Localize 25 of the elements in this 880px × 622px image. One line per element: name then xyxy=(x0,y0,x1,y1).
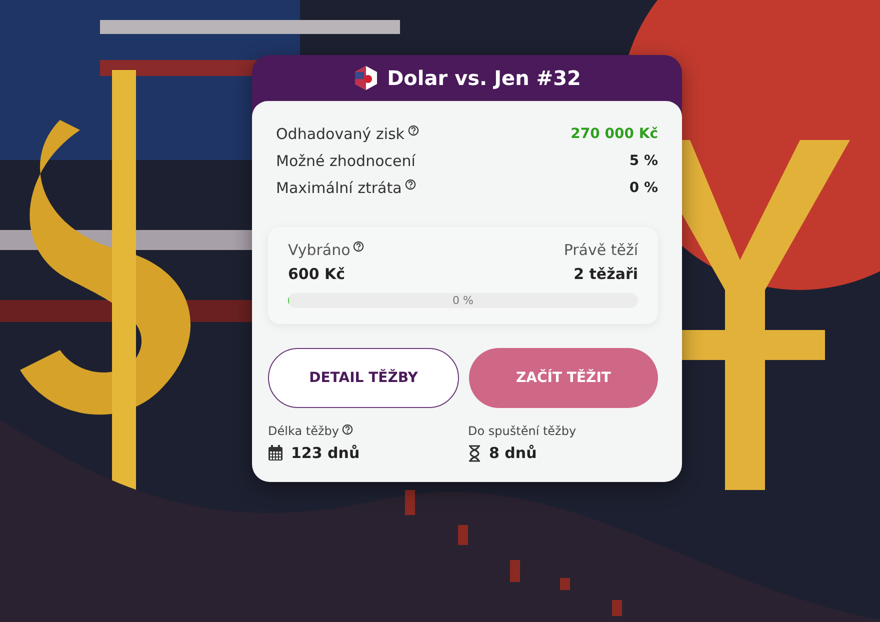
help-icon[interactable] xyxy=(342,424,353,435)
progress-text: 0 % xyxy=(452,294,474,307)
stat-value: 270 000 Kč xyxy=(570,126,658,142)
stat-value: 0 % xyxy=(629,180,658,196)
miners-value: 2 těžaři xyxy=(574,265,638,283)
fact-value: 8 dnů xyxy=(489,444,537,462)
raised-label: Vybráno xyxy=(288,241,350,259)
stat-label: Maximální ztráta xyxy=(276,179,402,197)
fact-label: Délka těžby xyxy=(268,424,339,438)
miners-label: Právě těží xyxy=(564,241,638,259)
stat-label: Odhadovaný zisk xyxy=(276,125,404,143)
detail-button[interactable]: DETAIL TĚŽBY xyxy=(268,348,459,408)
card-title: Dolar vs. Jen #32 xyxy=(387,66,581,90)
flag-badge-icon xyxy=(353,65,380,91)
fact-value: 123 dnů xyxy=(291,444,360,462)
stat-label: Možné zhodnocení xyxy=(276,152,416,170)
raised-value: 600 Kč xyxy=(288,265,346,283)
help-icon[interactable] xyxy=(404,179,416,190)
help-icon[interactable] xyxy=(353,241,364,252)
start-button[interactable]: ZAČÍT TĚŽIT xyxy=(469,348,658,408)
fact-label: Do spuštění těžby xyxy=(468,424,576,438)
stat-value: 5 % xyxy=(629,153,658,169)
help-icon[interactable] xyxy=(408,125,418,136)
calendar-icon xyxy=(268,445,283,461)
hourglass-icon xyxy=(468,444,481,462)
